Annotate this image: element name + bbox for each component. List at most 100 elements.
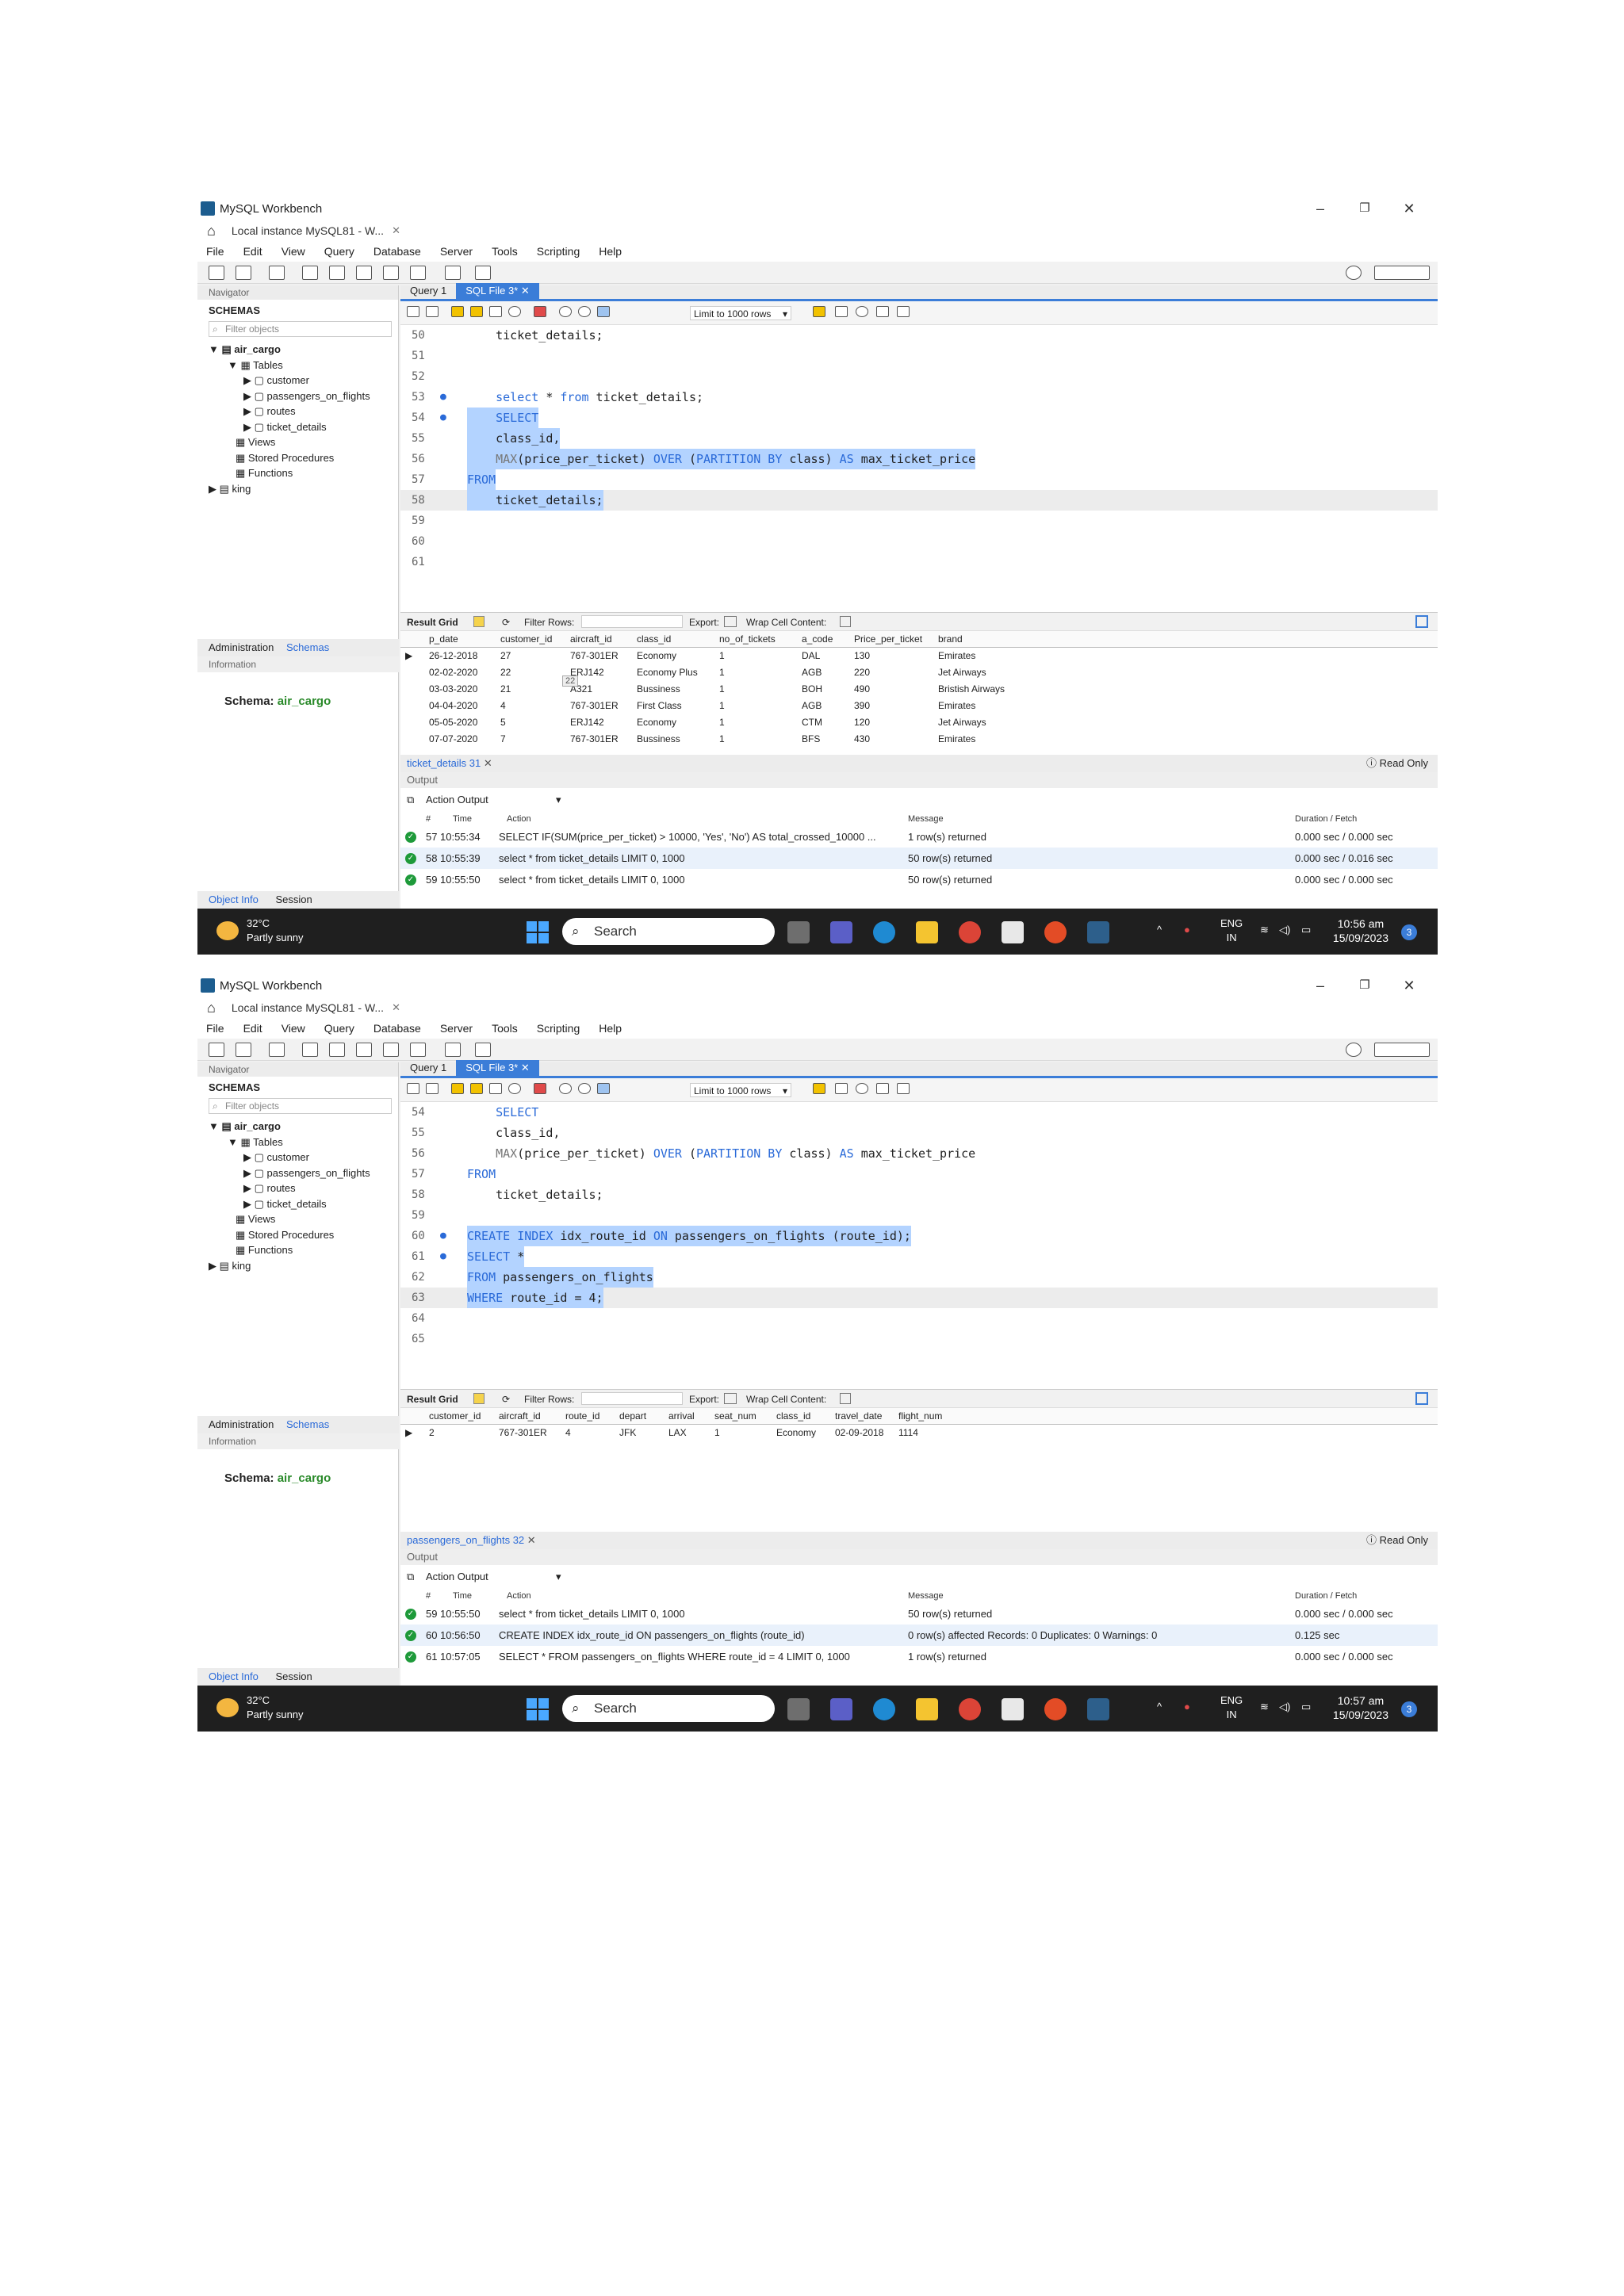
action-output-select[interactable]: ⧉ Action Output ▾ (400, 788, 1438, 812)
tab-session[interactable]: Session (276, 894, 312, 905)
tree-views[interactable]: ▦ Views (197, 434, 398, 450)
file-explorer-icon[interactable] (916, 1698, 938, 1720)
commit-icon[interactable] (559, 1083, 572, 1094)
menu-file[interactable]: File (206, 245, 224, 258)
tab-schemas[interactable]: Schemas (286, 641, 329, 653)
settings-gear-icon[interactable] (1346, 1043, 1362, 1057)
menu-database[interactable]: Database (373, 245, 421, 258)
connection-tab[interactable]: Local instance MySQL81 - W... (232, 224, 384, 237)
code-line[interactable]: 53 ● select * from ticket_details; (400, 387, 1438, 408)
table-cell[interactable]: 7 (500, 731, 506, 748)
tree-schema-air-cargo[interactable]: ▼ ▤ air_cargo (197, 342, 398, 358)
table-row[interactable]: 03-03-2020 21 A321 Bussiness 1 BOH 490 Bristish… (400, 681, 1438, 698)
action-output-select[interactable]: ⧉ Action Output ▾ (400, 1565, 1438, 1589)
code-line[interactable]: 65 (400, 1329, 1438, 1349)
reconnect-icon[interactable] (475, 1043, 491, 1057)
table-cell[interactable]: 1 (714, 1425, 720, 1441)
taskbar-clock[interactable]: 10:56 am 15/09/2023 (1333, 916, 1388, 945)
close-window-button[interactable]: ✕ (1387, 198, 1431, 219)
table-cell[interactable]: 21 (500, 681, 511, 698)
menu-edit[interactable]: Edit (243, 245, 262, 258)
table-cell[interactable]: Economy (776, 1425, 816, 1441)
task-view-icon[interactable] (787, 1698, 810, 1720)
minimize-button[interactable]: – (1298, 975, 1342, 996)
wifi-icon[interactable]: ≋ (1260, 1700, 1269, 1714)
code-editor[interactable]: 54 SELECT 55 class_id, 56 MAX(price_per_ti… (400, 1102, 1438, 1349)
create-function-icon[interactable] (410, 1043, 426, 1057)
create-view-icon[interactable] (356, 1043, 372, 1057)
create-view-icon[interactable] (356, 266, 372, 280)
menu-query[interactable]: Query (324, 245, 354, 258)
create-table-icon[interactable] (329, 1043, 345, 1057)
table-cell[interactable]: Economy (637, 714, 676, 731)
tab-object-info[interactable]: Object Info (209, 894, 259, 905)
invisible-chars-icon[interactable] (876, 1083, 889, 1094)
close-result-icon[interactable]: ✕ (527, 1534, 536, 1546)
table-cell[interactable]: BOH (802, 681, 822, 698)
chrome-profile-icon[interactable] (1044, 1698, 1067, 1720)
filter-rows-input[interactable] (581, 1392, 683, 1405)
column-header[interactable]: a_code (802, 631, 833, 648)
close-window-button[interactable]: ✕ (1387, 975, 1431, 996)
toggle-error-icon[interactable] (534, 306, 546, 317)
result-grid-label[interactable]: Result Grid (407, 617, 458, 628)
table-cell[interactable]: 1114 (898, 1425, 918, 1441)
table-cell[interactable]: 4 (565, 1425, 571, 1441)
bookmark-icon[interactable] (813, 306, 825, 317)
open-sql-script-icon[interactable] (236, 1043, 251, 1057)
tree-table-routes[interactable]: ▶ ▢ routes (197, 404, 398, 419)
expand-arrow-icon[interactable]: ▼ ▤ (209, 343, 234, 355)
column-header[interactable]: class_id (776, 1408, 810, 1425)
battery-icon[interactable]: ▭ (1301, 923, 1311, 937)
menu-tools[interactable]: Tools (492, 245, 518, 258)
table-cell[interactable]: 430 (854, 731, 870, 748)
table-cell[interactable]: LAX (668, 1425, 687, 1441)
menu-help[interactable]: Help (599, 1022, 622, 1035)
table-cell[interactable]: 130 (854, 648, 870, 664)
volume-icon[interactable]: ◁) (1279, 1700, 1290, 1714)
tree-table-passengers[interactable]: ▶ ▢ passengers_on_flights (197, 388, 398, 404)
notification-badge[interactable]: 3 (1401, 1701, 1417, 1717)
windows-start-icon[interactable] (527, 1698, 549, 1720)
filter-objects-input[interactable]: ⌕ Filter objects (209, 1098, 392, 1114)
tree-table-routes[interactable]: ▶ ▢ routes (197, 1181, 398, 1196)
table-cell[interactable]: Jet Airways (938, 664, 986, 681)
tab-sql-file[interactable]: SQL File 3* ✕ (456, 1060, 539, 1076)
inspector-icon[interactable] (269, 1043, 285, 1057)
code-line[interactable]: 58 ticket_details; (400, 490, 1438, 511)
tree-stored-procedures[interactable]: ▦ Stored Procedures (197, 1227, 398, 1243)
menu-server[interactable]: Server (440, 1022, 473, 1035)
code-line[interactable]: 51 (400, 346, 1438, 366)
open-file-icon[interactable] (407, 1083, 419, 1094)
code-line[interactable]: 52 (400, 366, 1438, 387)
save-icon[interactable] (426, 306, 439, 317)
column-header[interactable]: class_id (637, 631, 671, 648)
save-icon[interactable] (426, 1083, 439, 1094)
mysql-workbench-task-icon[interactable] (1087, 921, 1109, 943)
code-line[interactable]: 56 MAX(price_per_ticket) OVER (PARTITION… (400, 449, 1438, 469)
table-cell[interactable]: Emirates (938, 731, 975, 748)
layout-toggle-icon[interactable] (1374, 1043, 1430, 1057)
grid-view-icon[interactable] (473, 1393, 485, 1404)
filter-objects-input[interactable]: ⌕ Filter objects (209, 321, 392, 337)
table-cell[interactable]: 767-301ER (570, 648, 619, 664)
create-schema-icon[interactable] (302, 266, 318, 280)
layout-toggle-icon[interactable] (1374, 266, 1430, 280)
table-cell[interactable]: 26-12-2018 (429, 648, 477, 664)
new-sql-tab-icon[interactable] (209, 1043, 224, 1057)
column-header[interactable]: flight_num (898, 1408, 942, 1425)
table-cell[interactable]: 1 (719, 681, 725, 698)
create-function-icon[interactable] (410, 266, 426, 280)
result-grid-label[interactable]: Result Grid (407, 1394, 458, 1405)
table-cell[interactable]: 5 (500, 714, 506, 731)
table-cell[interactable]: Jet Airways (938, 714, 986, 731)
column-header[interactable]: brand (938, 631, 963, 648)
tab-schemas[interactable]: Schemas (286, 1418, 329, 1430)
code-line[interactable]: 57 FROM (400, 469, 1438, 490)
table-row[interactable]: 07-07-2020 7 767-301ER Bussiness 1 BFS 430 Emir… (400, 731, 1438, 748)
table-cell[interactable]: Bristish Airways (938, 681, 1005, 698)
task-view-icon[interactable] (787, 921, 810, 943)
tree-table-ticket-details[interactable]: ▶ ▢ ticket_details (197, 419, 398, 435)
code-line[interactable]: 62 FROM passengers_on_flights (400, 1267, 1438, 1288)
menu-server[interactable]: Server (440, 245, 473, 258)
